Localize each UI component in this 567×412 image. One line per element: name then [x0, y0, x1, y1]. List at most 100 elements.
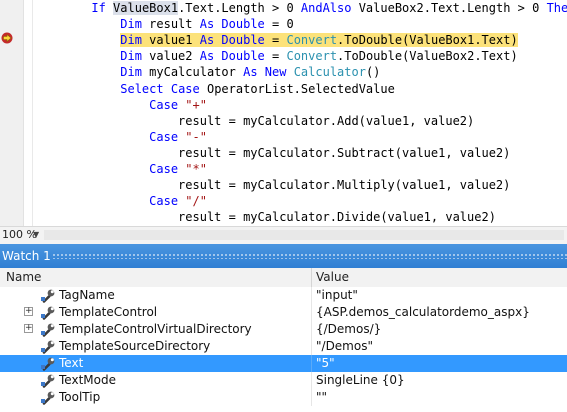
keyword-token: Dim [120, 65, 142, 80]
keyword-token: Case [170, 81, 200, 96]
code-token: = [264, 33, 287, 48]
code-line[interactable]: Dim myCalculator As New Calculator() [48, 64, 380, 80]
code-line[interactable]: result = myCalculator.Add(value1, value2… [48, 113, 474, 129]
keyword-token: As [199, 17, 215, 32]
string-token: "*" [185, 162, 207, 176]
cell-divider [311, 355, 312, 372]
watch-row[interactable]: ToolTip "" [0, 389, 567, 406]
code-text: Case "*" [149, 162, 207, 176]
watch-value[interactable]: "input" [316, 288, 358, 302]
cell-divider [311, 304, 312, 321]
chevron-down-icon[interactable]: ▼ [33, 228, 39, 242]
keyword-token: Double [221, 49, 265, 64]
code-text: If ValueBox1.Text.Length > 0 AndAlso Val… [91, 1, 567, 15]
property-wrench-icon [40, 288, 56, 303]
code-editor[interactable]: If ValueBox1.Text.Length > 0 AndAlso Val… [0, 0, 567, 226]
keyword-token: As [199, 33, 215, 48]
code-line[interactable]: Dim result As Double = 0 [48, 16, 293, 32]
code-text: result = myCalculator.Add(value1, value2… [178, 114, 474, 128]
current-statement-line[interactable]: Dim value1 As Double = Convert.ToDouble(… [48, 32, 518, 48]
keyword-token: Select [120, 81, 164, 96]
horizontal-scrollbar[interactable] [44, 230, 564, 240]
cell-divider [311, 287, 312, 304]
watch-value[interactable]: "" [316, 390, 327, 404]
code-text: Dim result As Double = 0 [120, 17, 293, 31]
expand-plus-icon[interactable]: + [24, 324, 33, 333]
code-token: OperatorList.SelectedValue [199, 81, 395, 96]
string-token: "-" [185, 129, 207, 144]
code-line[interactable]: If ValueBox1.Text.Length > 0 AndAlso Val… [48, 0, 567, 16]
watch-value[interactable]: {ASP.demos_calculatordemo_aspx} [316, 305, 530, 319]
code-token: result = myCalculator.Subtract(value1, v… [178, 145, 511, 160]
keyword-token: Dim [120, 17, 142, 32]
watch-value[interactable]: SingleLine {0} [316, 373, 405, 387]
code-line[interactable]: result = myCalculator.Subtract(value1, v… [48, 145, 510, 161]
watch-row[interactable]: TemplateSourceDirectory "/Demos" [0, 338, 567, 355]
code-token: result = myCalculator.Divide(value1, val… [178, 210, 496, 225]
code-token: .ToDouble(ValueBox2.Text) [337, 49, 518, 64]
code-line[interactable]: Case "/" [48, 193, 207, 209]
watch-value[interactable]: {/Demos/} [316, 322, 381, 336]
watch-row[interactable]: TagName "input" [0, 287, 567, 304]
watch-value[interactable]: "/Demos" [316, 339, 373, 353]
keyword-token: Then [546, 1, 567, 15]
watch-row[interactable]: TextMode SingleLine {0} [0, 372, 567, 389]
watch-row-selected[interactable]: Text "5" [0, 355, 567, 372]
code-line[interactable]: Select Case OperatorList.SelectedValue [48, 81, 395, 97]
type-token: Convert [286, 33, 338, 48]
code-line[interactable]: Dim value2 As Double = Convert.ToDouble(… [48, 48, 518, 64]
watch-name: TemplateSourceDirectory [59, 339, 211, 353]
code-line[interactable]: result = myCalculator.Divide(value1, val… [48, 209, 496, 225]
watch-row[interactable]: + TemplateControl {ASP.demos_calculatordem… [0, 304, 567, 321]
zoom-level[interactable]: 100 % [2, 228, 37, 242]
watch-row[interactable]: + TemplateControlVirtualDirectory {/Demos/… [0, 321, 567, 338]
column-header-name[interactable]: Name [6, 270, 41, 284]
code-token: .Text.Length > 0 [178, 1, 301, 15]
breakpoint-margin[interactable] [0, 0, 24, 226]
watch-name: TextMode [59, 373, 116, 387]
code-token: = [264, 49, 287, 64]
type-token: Convert [286, 49, 338, 64]
code-line[interactable]: result = myCalculator.Multiply(value1, v… [48, 177, 510, 193]
watch-window-title[interactable]: Watch 1 [0, 244, 567, 268]
expand-plus-icon[interactable]: + [24, 307, 33, 316]
keyword-token: Case [149, 162, 179, 176]
property-wrench-icon [40, 373, 56, 388]
keyword-token: Case [149, 194, 179, 209]
code-token: result = myCalculator.Multiply(value1, v… [178, 178, 511, 193]
keyword-token: As [199, 49, 215, 64]
code-token: value2 [141, 49, 200, 64]
watch-value[interactable]: "5" [316, 356, 335, 370]
code-token: = 0 [264, 17, 294, 32]
cell-divider [311, 389, 312, 406]
watch-name: Text [59, 356, 84, 370]
code-token: () [365, 65, 381, 80]
code-line[interactable]: Case "-" [48, 129, 207, 145]
code-token: .ToDouble(ValueBox1.Text) [337, 33, 518, 48]
column-divider[interactable] [311, 268, 312, 287]
type-token: Calculator [293, 65, 366, 80]
keyword-token: Case [149, 97, 179, 112]
title-grip [52, 253, 567, 259]
keyword-token: New [264, 65, 287, 80]
code-text: result = myCalculator.Subtract(value1, v… [178, 146, 510, 160]
keyword-token: Dim [120, 49, 142, 64]
code-token: value1 [141, 33, 200, 48]
code-text: result = myCalculator.Divide(value1, val… [178, 210, 496, 224]
code-text: Case "-" [149, 130, 207, 144]
code-line[interactable]: Case "*" [48, 161, 207, 177]
outlining-margin [24, 0, 33, 226]
column-header-value[interactable]: Value [316, 270, 349, 284]
code-text: Dim value1 As Double = Convert.ToDouble(… [120, 33, 518, 48]
code-line[interactable]: Case "+" [48, 97, 207, 113]
